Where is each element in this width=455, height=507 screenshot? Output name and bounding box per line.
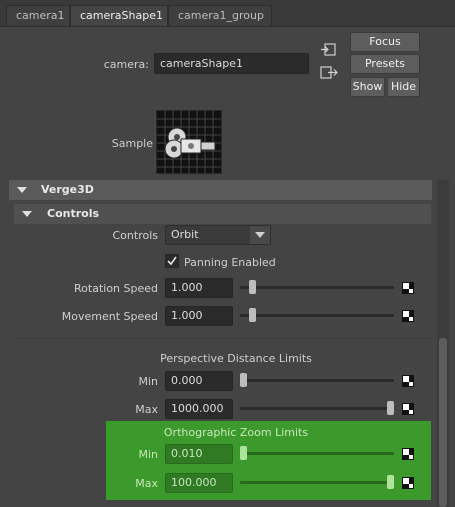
perspective-max-slider-track[interactable] — [240, 407, 394, 410]
verge3d-section-header[interactable]: Verge3D — [9, 180, 432, 200]
movement-speed-slider-track[interactable] — [240, 314, 394, 317]
scrollbar-thumb[interactable] — [439, 338, 447, 507]
rotation-speed-slider-track[interactable] — [240, 286, 394, 289]
divider — [14, 338, 432, 339]
controls-section-title: Controls — [47, 207, 100, 220]
perspective-max-field[interactable]: 1000.000 — [165, 399, 233, 419]
verge3d-section-title: Verge3D — [41, 183, 94, 196]
perspective-min-field[interactable]: 0.000 — [165, 371, 233, 391]
controls-dropdown-value: Orbit — [171, 228, 199, 241]
ortho-min-slider-track[interactable] — [240, 452, 394, 455]
ortho-max-slider-handle[interactable] — [387, 475, 394, 489]
input-connection-icon[interactable] — [320, 43, 338, 60]
ortho-min-slider-handle[interactable] — [240, 446, 247, 460]
panning-label: Panning Enabled — [184, 256, 276, 269]
dropdown-arrow-icon — [250, 226, 270, 244]
ortho-min-field[interactable]: 0.010 — [165, 444, 233, 464]
controls-dropdown[interactable]: Orbit — [165, 225, 271, 245]
ortho-max-label: Max — [135, 477, 158, 490]
sample-label: Sample — [111, 137, 153, 150]
controls-section-header[interactable]: Controls — [14, 204, 431, 224]
perspective-max-slider-handle[interactable] — [387, 401, 394, 415]
perspective-min-label: Min — [138, 375, 158, 388]
map-button-icon[interactable] — [402, 282, 414, 294]
output-connection-icon[interactable] — [320, 66, 338, 83]
presets-button[interactable]: Presets — [350, 54, 420, 74]
ortho-min-label: Min — [138, 448, 158, 461]
show-button[interactable]: Show — [350, 77, 385, 97]
hide-button[interactable]: Hide — [387, 77, 420, 97]
map-button-icon[interactable] — [402, 403, 414, 415]
tab-camerashape1[interactable]: cameraShape1 — [70, 5, 168, 26]
rotation-speed-label: Rotation Speed — [74, 282, 158, 295]
ortho-title: Orthographic Zoom Limits — [163, 426, 309, 439]
focus-button[interactable]: Focus — [350, 32, 420, 52]
tab-camera1-group[interactable]: camera1_group — [168, 5, 272, 26]
collapse-triangle-icon — [22, 211, 32, 217]
map-button-icon[interactable] — [402, 477, 414, 489]
ortho-max-field[interactable]: 100.000 — [165, 473, 233, 493]
camera-sample-icon[interactable] — [156, 110, 222, 174]
perspective-title: Perspective Distance Limits — [160, 352, 312, 365]
perspective-min-slider-handle[interactable] — [240, 373, 247, 387]
rotation-speed-slider-handle[interactable] — [248, 280, 256, 294]
map-button-icon[interactable] — [402, 375, 414, 387]
movement-speed-slider-handle[interactable] — [248, 308, 256, 322]
movement-speed-field[interactable]: 1.000 — [165, 306, 233, 326]
perspective-max-label: Max — [135, 403, 158, 416]
tab-camera1[interactable]: camera1 — [6, 5, 70, 26]
collapse-triangle-icon — [17, 187, 27, 193]
panning-checkbox[interactable] — [165, 254, 179, 268]
movement-speed-label: Movement Speed — [61, 310, 158, 323]
controls-label: Controls — [112, 229, 159, 242]
tab-bar: camera1 cameraShape1 camera1_group — [0, 0, 455, 27]
map-button-icon[interactable] — [402, 448, 414, 460]
ortho-max-slider-track[interactable] — [240, 481, 394, 484]
checkmark-icon — [167, 256, 177, 266]
rotation-speed-field[interactable]: 1.000 — [165, 278, 233, 298]
camera-name-field[interactable]: cameraShape1 — [154, 53, 309, 74]
perspective-min-slider-track[interactable] — [240, 379, 394, 382]
camera-label: camera: — [103, 58, 149, 71]
map-button-icon[interactable] — [402, 310, 414, 322]
